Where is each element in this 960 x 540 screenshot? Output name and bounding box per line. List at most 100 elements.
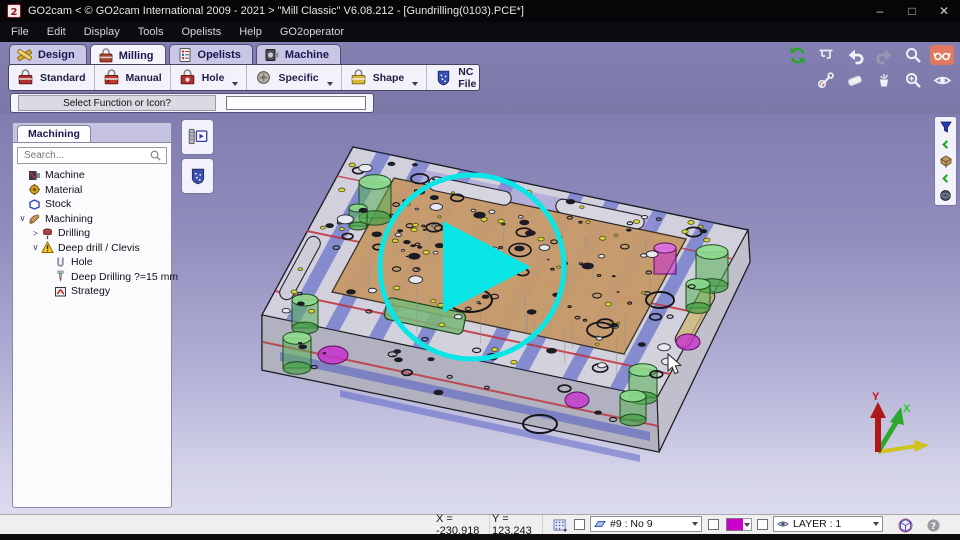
axis-x-label: X xyxy=(903,403,911,415)
window-title: GO2cam < © GO2cam International 2009 - 2… xyxy=(28,5,524,17)
viewport-3d[interactable]: Y X Machining MachineMaterial Stock ∨Machi… xyxy=(0,114,960,514)
tab-milling[interactable]: Milling xyxy=(90,44,166,66)
tree-item-hole[interactable]: Hole xyxy=(13,255,171,270)
nc-shield-button[interactable] xyxy=(181,158,214,194)
stock-icon xyxy=(28,198,41,211)
tools-palette-button[interactable] xyxy=(814,70,838,90)
regenerate-icon xyxy=(788,46,807,65)
strategy-icon xyxy=(54,285,67,298)
tab-machine[interactable]: Machine xyxy=(256,44,341,64)
eraser-button[interactable] xyxy=(843,70,867,90)
nc-shield-icon xyxy=(189,167,207,185)
tree-item-label: Strategy xyxy=(71,285,110,297)
solid-box-icon xyxy=(939,154,953,168)
chevron-down-icon xyxy=(873,522,879,526)
grid-toggle-button[interactable] xyxy=(548,516,572,535)
tree-item-stock[interactable]: Stock xyxy=(13,197,171,212)
design-icon xyxy=(17,47,33,63)
menu-item-file[interactable]: File xyxy=(2,22,38,42)
color-checkbox[interactable] xyxy=(708,519,719,530)
menu-item-tools[interactable]: Tools xyxy=(129,22,173,42)
dropdown-arrow-icon[interactable] xyxy=(327,82,333,86)
clean-button[interactable] xyxy=(872,70,896,90)
menu-bar: FileEditDisplayToolsOpelistsHelpGO2opera… xyxy=(0,22,960,42)
menu-item-display[interactable]: Display xyxy=(75,22,129,42)
menu-item-help[interactable]: Help xyxy=(230,22,271,42)
menu-item-opelists[interactable]: Opelists xyxy=(172,22,230,42)
sphere-icon xyxy=(939,189,952,202)
machining-icon xyxy=(28,212,41,225)
toolbar-button-standard[interactable]: Standard xyxy=(9,65,95,90)
collapse-left-button-3[interactable] xyxy=(936,170,955,186)
toolbar-button-hole[interactable]: Hole xyxy=(171,65,248,90)
zoom-button[interactable] xyxy=(901,45,925,65)
expander-open-icon[interactable]: ∨ xyxy=(30,242,41,253)
expander-open-icon[interactable]: ∨ xyxy=(17,213,28,224)
axis-y-label: Y xyxy=(872,391,880,403)
plane-select[interactable]: #9 : No 9 xyxy=(590,516,702,532)
current-color-swatch[interactable] xyxy=(726,518,744,531)
taskbar-strip xyxy=(0,534,960,540)
redo-button[interactable] xyxy=(872,45,896,65)
tree-item-machine[interactable]: Machine xyxy=(13,168,171,183)
svg-text:?: ? xyxy=(931,521,936,531)
tree-item-strategy[interactable]: Strategy xyxy=(13,284,171,299)
maximize-button[interactable]: □ xyxy=(896,0,928,22)
expander-closed-icon[interactable]: > xyxy=(30,228,41,238)
plane-checkbox[interactable] xyxy=(574,519,585,530)
iso-view-button[interactable] xyxy=(893,516,917,535)
simulation-button[interactable] xyxy=(181,119,214,155)
tree-item-machining[interactable]: ∨Machining xyxy=(13,212,171,227)
svg-text:2: 2 xyxy=(11,7,18,18)
solid-box-button-2[interactable] xyxy=(936,153,955,169)
axis-triad: Y X xyxy=(870,391,929,452)
measure-caliper-button[interactable] xyxy=(814,45,838,65)
tree-item-deep-drill-clevis[interactable]: ∨Deep drill / Clevis xyxy=(13,241,171,256)
layer-checkbox[interactable] xyxy=(757,519,768,530)
zoom-window-button[interactable] xyxy=(901,70,925,90)
tab-design[interactable]: Design xyxy=(9,44,87,64)
color-dropdown-button[interactable] xyxy=(743,518,752,531)
tree-item-material[interactable]: Material xyxy=(13,183,171,198)
menu-item-edit[interactable]: Edit xyxy=(38,22,75,42)
redo-icon xyxy=(875,46,894,65)
coord-y-readout: Y = 123.243 xyxy=(489,515,543,535)
warning-icon xyxy=(41,241,54,254)
eraser-icon xyxy=(846,71,864,89)
filter-button[interactable] xyxy=(936,119,955,135)
toolbar-button-manual[interactable]: Manual xyxy=(95,65,171,90)
tab-opelists[interactable]: Opelists xyxy=(169,44,253,64)
status-bar: X = -230.918 Y = 123.243 #9 : No 9 LAYER… xyxy=(0,514,960,535)
tree-item-deep-drilling-15-mm[interactable]: Deep Drilling ?=15 mm xyxy=(13,270,171,285)
toolbar-button-specific[interactable]: Specific xyxy=(247,65,341,90)
visibility-eye-button[interactable] xyxy=(930,70,954,90)
machining-panel: Machining MachineMaterial Stock ∨Machining… xyxy=(12,122,172,508)
prompt-input[interactable] xyxy=(226,96,366,110)
machine-icon xyxy=(28,169,41,182)
zoom-window-icon xyxy=(904,71,922,89)
tab-strip: DesignMillingOpelistsMachine xyxy=(9,44,341,66)
tree-item-drilling[interactable]: >Drilling xyxy=(13,226,171,241)
regenerate-button[interactable] xyxy=(785,45,809,65)
dropdown-arrow-icon[interactable] xyxy=(412,82,418,86)
tab-machining-panel[interactable]: Machining xyxy=(17,125,91,142)
sphere-button-4[interactable] xyxy=(936,187,955,203)
chevron-down-icon xyxy=(692,522,698,526)
toolbar-button-shape[interactable]: Shape xyxy=(342,65,428,90)
close-button[interactable]: ✕ xyxy=(928,0,960,22)
help-button[interactable]: ? xyxy=(921,516,945,535)
layer-select[interactable]: LAYER : 1 xyxy=(773,516,883,532)
minimize-button[interactable]: – xyxy=(864,0,896,22)
view-glasses-button[interactable] xyxy=(930,45,954,65)
toolbar-button-label: NC File xyxy=(458,66,476,90)
dropdown-arrow-icon[interactable] xyxy=(232,82,238,86)
menu-item-go2operator[interactable]: GO2operator xyxy=(271,22,353,42)
undo-icon xyxy=(846,46,865,65)
search-input[interactable] xyxy=(22,149,149,162)
toolbox-manual-icon xyxy=(103,69,120,86)
tree-item-label: Stock xyxy=(45,198,71,210)
tree-item-label: Material xyxy=(45,184,82,196)
toolbar-button-nc-file[interactable]: NC File xyxy=(427,65,484,90)
collapse-left-button-1[interactable] xyxy=(936,136,955,152)
undo-button[interactable] xyxy=(843,45,867,65)
